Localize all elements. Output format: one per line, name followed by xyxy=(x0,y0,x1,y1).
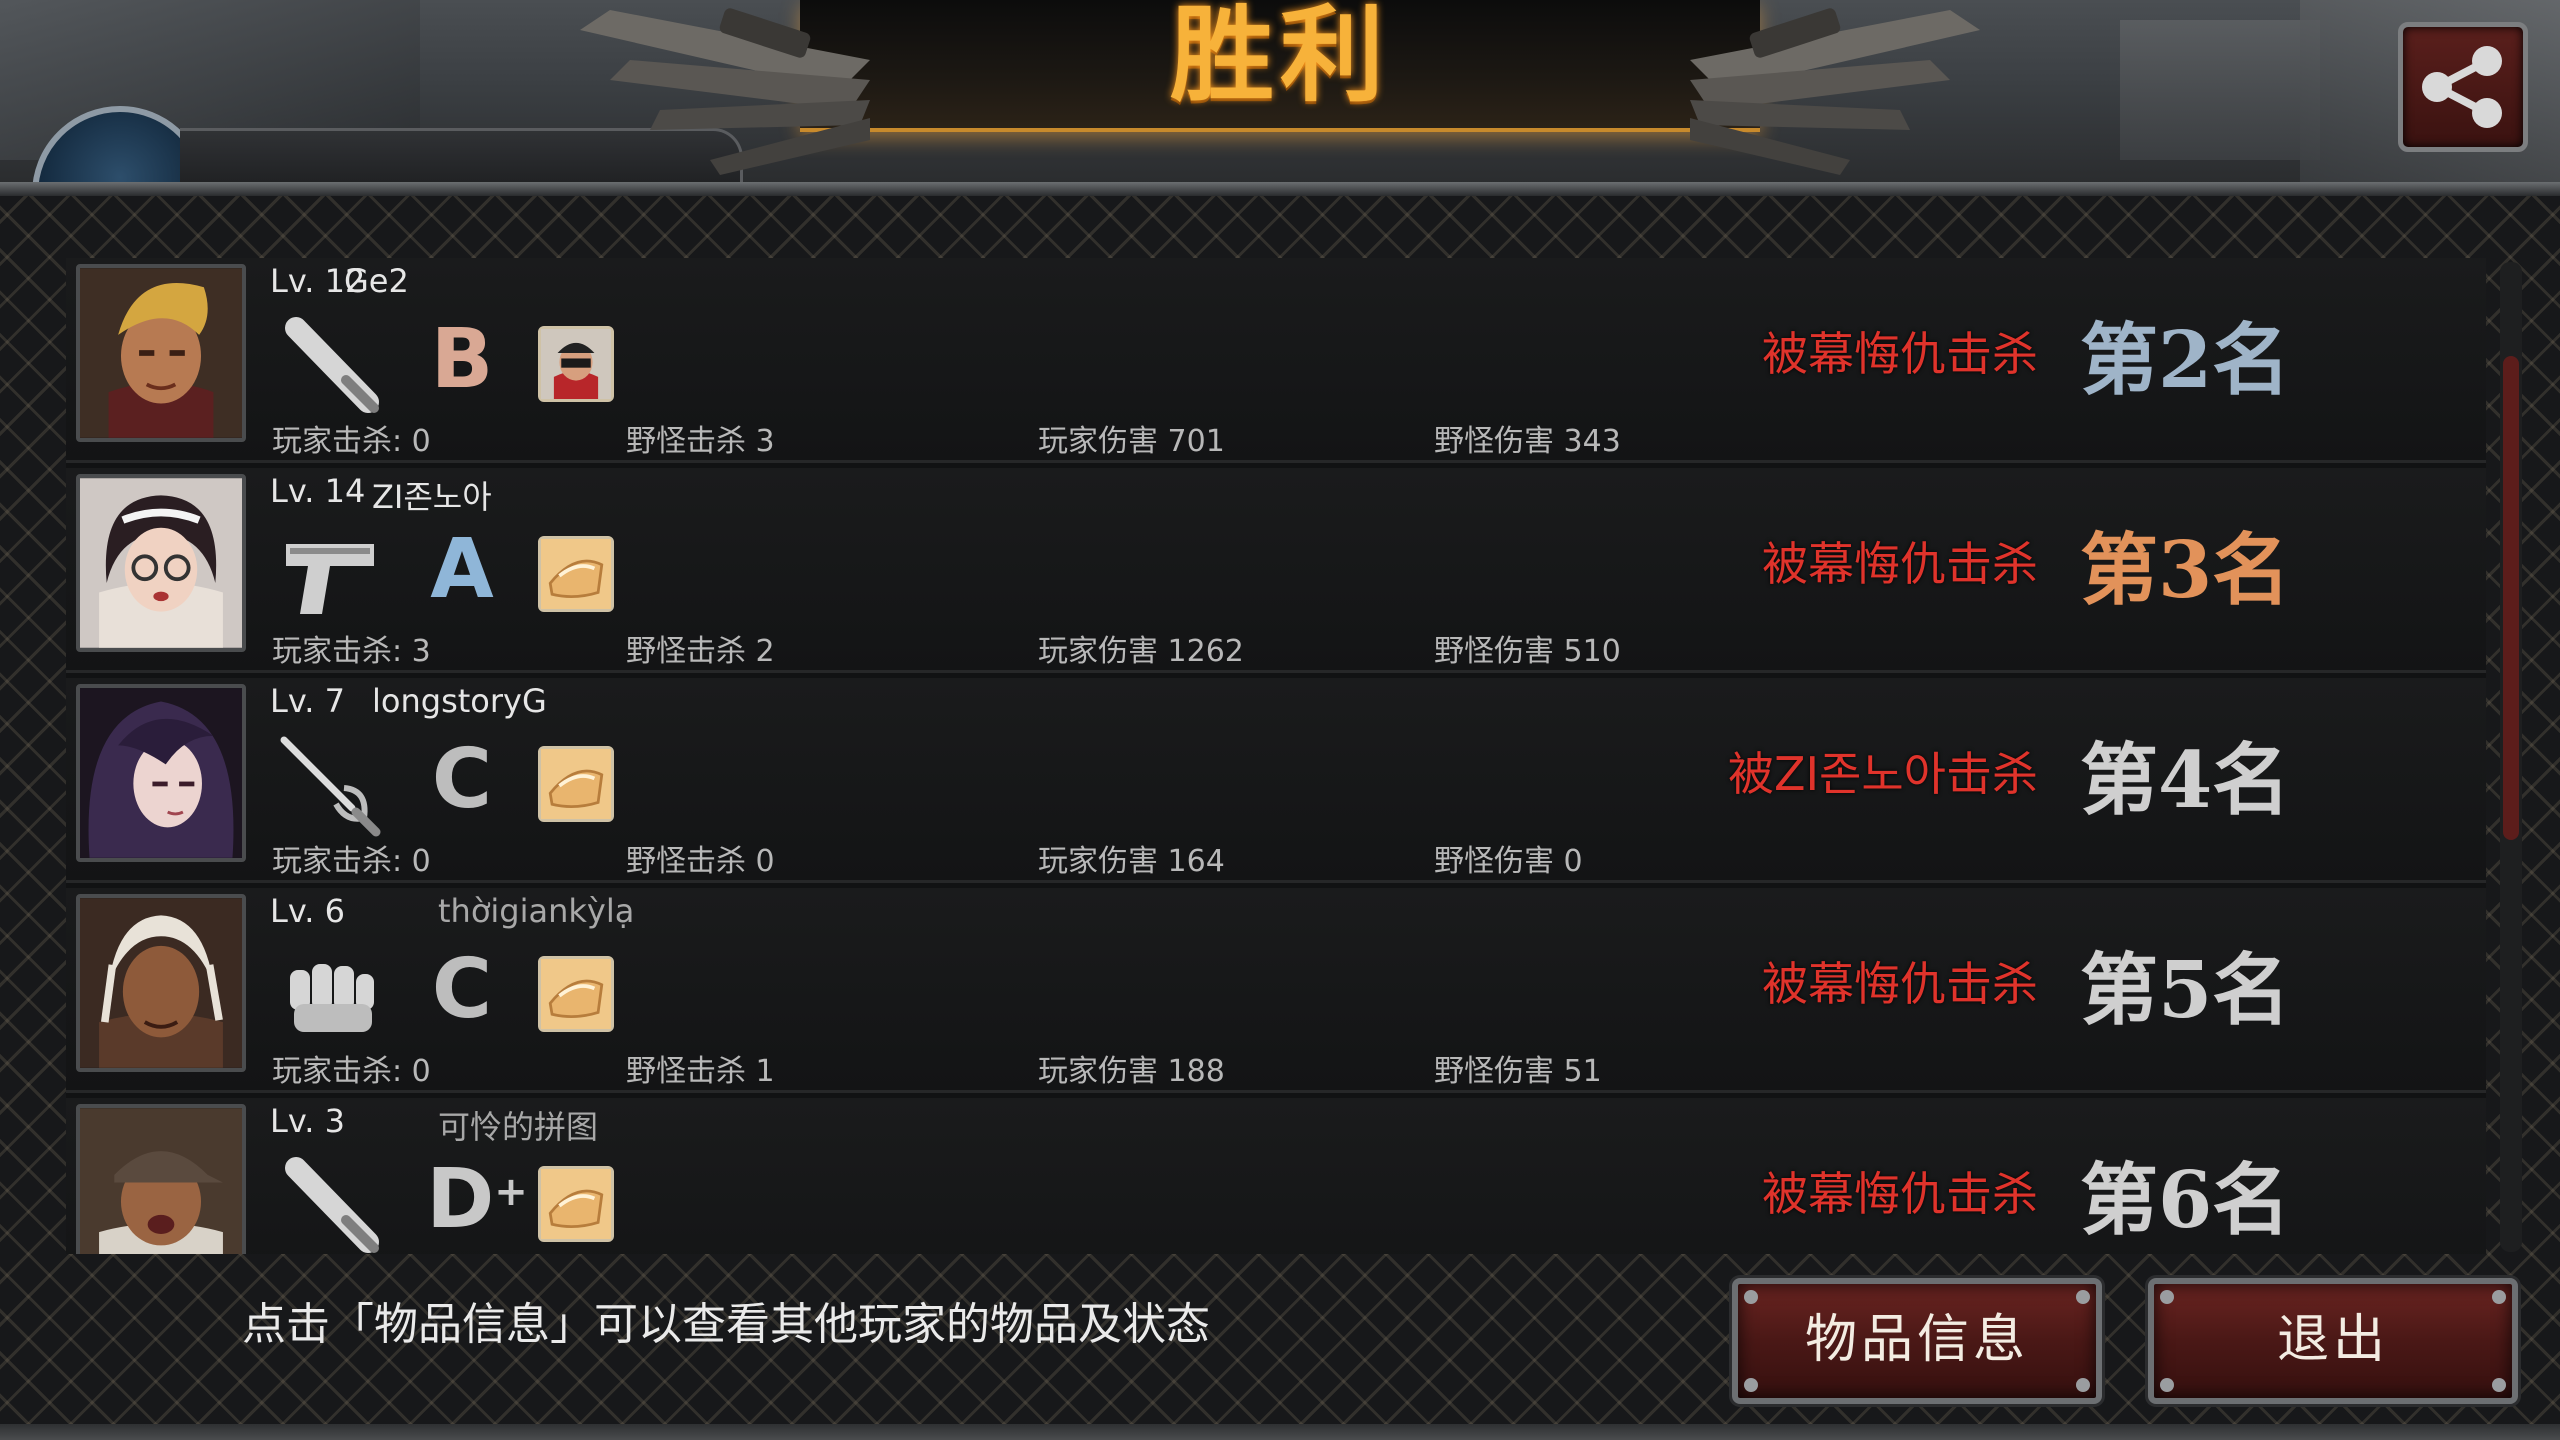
baseball-bat-icon xyxy=(285,1157,379,1253)
avatar[interactable] xyxy=(76,1104,246,1254)
bread-box-icon[interactable] xyxy=(538,746,614,822)
pistol-icon xyxy=(286,544,374,614)
dreadlocks-portrait xyxy=(80,898,242,1068)
player-level: Lv. 6 xyxy=(270,892,345,930)
winged-guns-right-icon xyxy=(1690,8,1980,175)
rapier-icon xyxy=(280,736,381,837)
grade-letter: A xyxy=(430,522,494,617)
grade-letter: C xyxy=(431,732,493,827)
share-button[interactable] xyxy=(2398,22,2528,152)
player-name: ZI존노아 xyxy=(372,478,492,516)
results-list[interactable]: Lv. 12 Ge2 B 玩家击杀: 0 野怪击杀 3 玩家伤害 701 野怪伤… xyxy=(66,258,2486,1254)
character-portrait-icon[interactable] xyxy=(538,326,614,402)
killed-by-text: 被幕悔仇击杀 xyxy=(1762,537,2038,591)
player-name: longstoryG xyxy=(372,682,547,720)
rivet-icon xyxy=(1744,1290,1758,1304)
rivet-icon xyxy=(2076,1378,2090,1392)
bread-box-icon[interactable] xyxy=(538,1166,614,1242)
grade-letter: C xyxy=(431,942,493,1037)
player-kills: 玩家击杀: 0 xyxy=(272,844,431,879)
player-kills: 玩家击杀: 0 xyxy=(272,1054,431,1089)
player-name: 可怜的拼图 xyxy=(438,1108,599,1146)
monster-kills: 野怪击杀 0 xyxy=(626,844,775,879)
bread-box-icon[interactable] xyxy=(538,956,614,1032)
rivet-icon xyxy=(2076,1290,2090,1304)
avatar[interactable] xyxy=(76,474,246,652)
player-kills: 玩家击杀: 0 xyxy=(272,424,431,459)
rivet-icon xyxy=(2492,1378,2506,1392)
share-icon xyxy=(2422,46,2502,128)
result-row[interactable]: Lv. 12 Ge2 B 玩家击杀: 0 野怪击杀 3 玩家伤害 701 野怪伤… xyxy=(66,258,2486,463)
winged-guns-left-icon xyxy=(580,8,870,175)
item-info-button-label: 物品信息 xyxy=(1804,1310,2029,1370)
exit-button[interactable]: 退出 xyxy=(2148,1278,2518,1404)
rivet-icon xyxy=(2160,1378,2174,1392)
player-level: Lv. 3 xyxy=(270,1102,345,1140)
monster-kills: 野怪击杀 1 xyxy=(626,1054,775,1089)
player-name: Ge2 xyxy=(344,262,409,300)
result-row[interactable]: Lv. 14 ZI존노아 A 玩家击杀: 3 野怪击杀 2 玩家伤害 1262 … xyxy=(66,468,2486,673)
result-row[interactable]: Lv. 3 可怜的拼图 D+ 被幕悔仇击杀 第6名 xyxy=(66,1098,2486,1254)
player-damage: 玩家伤害 701 xyxy=(1038,424,1225,459)
cap-man-portrait xyxy=(80,1108,242,1254)
killed-by-text: 被ZI존노아击杀 xyxy=(1727,747,2038,801)
monster-damage: 野怪伤害 343 xyxy=(1434,424,1621,459)
grade-letter: B xyxy=(430,312,494,407)
baseball-bat-icon xyxy=(285,317,379,413)
killed-by-text: 被幕悔仇击杀 xyxy=(1762,957,2038,1011)
bottom-frame xyxy=(0,1424,2560,1440)
fist-icon xyxy=(290,964,374,1032)
item-info-hint: 点击「物品信息」可以查看其他玩家的物品及状态 xyxy=(242,1299,1210,1350)
rank-label: 第2名 xyxy=(2080,315,2291,406)
rank-label: 第5名 xyxy=(2080,945,2291,1036)
avatar[interactable] xyxy=(76,684,246,862)
result-row[interactable]: Lv. 7 longstoryG C 玩家击杀: 0 野怪击杀 0 玩家伤害 1… xyxy=(66,678,2486,883)
player-level: Lv. 14 xyxy=(270,472,366,510)
killed-by-text: 被幕悔仇击杀 xyxy=(1762,327,2038,381)
grade-letter: D+ xyxy=(426,1152,528,1247)
player-damage: 玩家伤害 188 xyxy=(1038,1054,1225,1089)
player-damage: 玩家伤害 1262 xyxy=(1038,634,1244,669)
player-level: Lv. 7 xyxy=(270,682,345,720)
victory-title: 胜利 xyxy=(1169,0,1390,116)
blond-fighter-portrait xyxy=(80,268,242,438)
player-name: thờigiankỳlạ xyxy=(438,892,635,930)
exit-button-label: 退出 xyxy=(2276,1310,2389,1370)
glasses-girl-portrait xyxy=(80,478,242,648)
bread-box-icon[interactable] xyxy=(538,536,614,612)
background-ruins-right-inner xyxy=(2120,20,2320,160)
purple-hair-portrait xyxy=(80,688,242,858)
rank-label: 第4名 xyxy=(2080,735,2291,826)
rivet-icon xyxy=(1744,1378,1758,1392)
rivet-icon xyxy=(2160,1290,2174,1304)
monster-damage: 野怪伤害 51 xyxy=(1434,1054,1602,1089)
monster-kills: 野怪击杀 2 xyxy=(626,634,775,669)
result-row[interactable]: Lv. 6 thờigiankỳlạ C 玩家击杀: 0 野怪击杀 1 玩家伤害… xyxy=(66,888,2486,1093)
panel-top-border xyxy=(0,182,2560,196)
monster-damage: 野怪伤害 510 xyxy=(1434,634,1621,669)
player-kills: 玩家击杀: 3 xyxy=(272,634,431,669)
rank-label: 第3名 xyxy=(2080,525,2291,616)
scrollbar-thumb[interactable] xyxy=(2503,356,2519,840)
monster-damage: 野怪伤害 0 xyxy=(1434,844,1583,879)
avatar[interactable] xyxy=(76,264,246,442)
rank-label: 第6名 xyxy=(2080,1155,2291,1246)
item-info-button[interactable]: 物品信息 xyxy=(1732,1278,2102,1404)
monster-kills: 野怪击杀 3 xyxy=(626,424,775,459)
player-damage: 玩家伤害 164 xyxy=(1038,844,1225,879)
rivet-icon xyxy=(2492,1290,2506,1304)
killed-by-text: 被幕悔仇击杀 xyxy=(1762,1167,2038,1221)
avatar[interactable] xyxy=(76,894,246,1072)
